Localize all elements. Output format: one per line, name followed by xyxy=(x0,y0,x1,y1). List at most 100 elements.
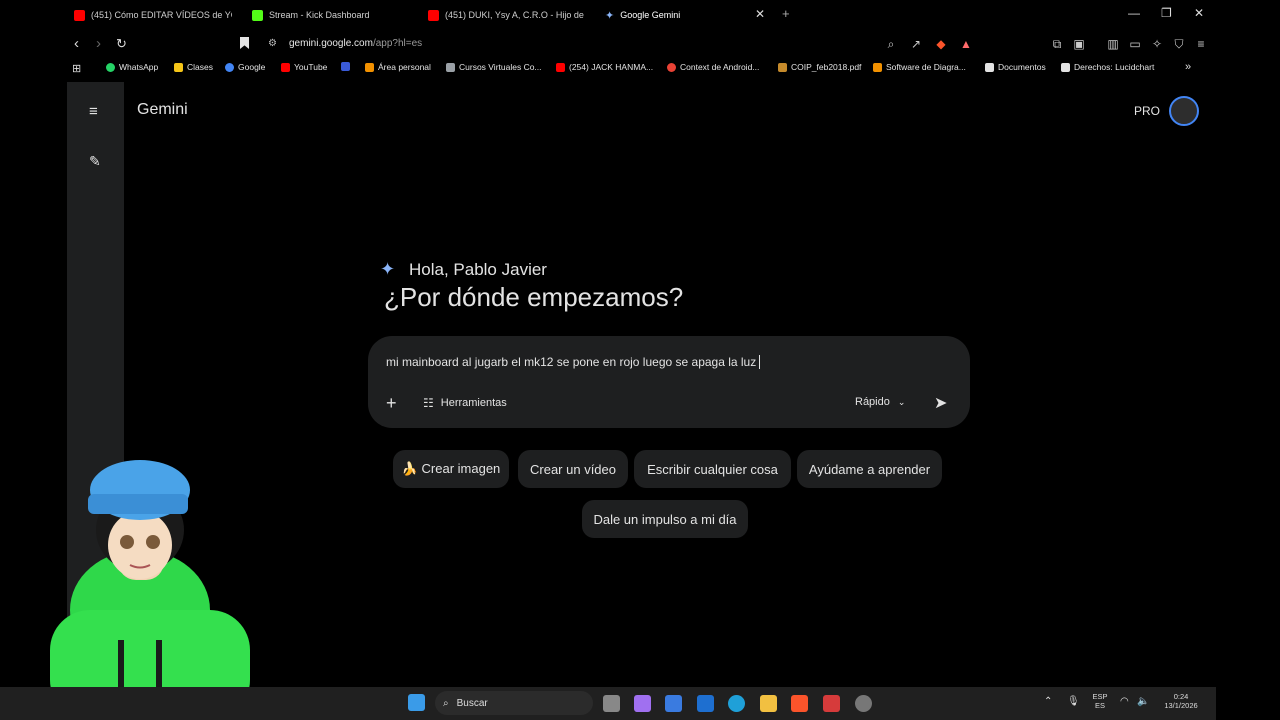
whatsapp-icon xyxy=(106,62,115,72)
address-bar-row: ‹ › ↻ ⚙ gemini.google.com/app?hl=es ⌕ ↗ … xyxy=(0,30,1280,58)
brave-shields-icon[interactable]: ◆ xyxy=(934,37,948,51)
url-path: /app?hl=es xyxy=(372,38,423,49)
bookmark-label: Clases xyxy=(187,62,213,72)
bookmark-documentos[interactable]: Documentos xyxy=(985,62,1046,72)
bookmark-clases[interactable]: Clases xyxy=(174,62,213,72)
bookmark-untitled[interactable] xyxy=(341,62,354,71)
bookmark-google[interactable]: Google xyxy=(225,62,265,72)
avatar[interactable] xyxy=(1169,96,1199,126)
close-window-icon[interactable]: ✕ xyxy=(1194,6,1204,20)
pro-badge: PRO xyxy=(1134,104,1161,118)
chip-create-video[interactable]: Crear un vídeo xyxy=(518,450,628,488)
language-indicator[interactable]: ESP ES xyxy=(1090,692,1110,710)
google-icon xyxy=(225,62,234,72)
leo-ai-icon[interactable]: ✧ xyxy=(1150,37,1164,51)
outlook-icon[interactable] xyxy=(697,695,714,712)
volume-icon[interactable]: 🔈 xyxy=(1137,696,1149,707)
bookmark-label: Derechos: Lucidchart xyxy=(1074,62,1155,72)
youtube-icon xyxy=(428,9,439,21)
prompt-text: mi mainboard al jugarb el mk12 se pone e… xyxy=(386,355,757,369)
share-icon[interactable]: ↗ xyxy=(909,37,923,51)
more-bookmarks-icon[interactable]: » xyxy=(1185,61,1191,73)
bookmark-derechos[interactable]: Derechos: Lucidchart xyxy=(1061,62,1154,72)
wallet-icon[interactable]: ▭ xyxy=(1128,37,1142,51)
bookmark-coip[interactable]: COIP_feb2018.pdf xyxy=(778,62,861,72)
extensions-icon[interactable]: ⧉ xyxy=(1050,37,1064,51)
menu-icon[interactable]: ≡ xyxy=(1194,37,1208,51)
prompt-box[interactable] xyxy=(368,336,970,428)
sidebar-toggle-icon[interactable]: ▥ xyxy=(1106,37,1120,51)
tab-label: Google Gemini xyxy=(620,10,681,20)
new-chat-icon[interactable]: ✎ xyxy=(89,153,101,170)
brave-icon[interactable] xyxy=(791,695,808,712)
app-icon[interactable] xyxy=(823,695,840,712)
brave-rewards-icon[interactable]: ▲ xyxy=(959,37,973,51)
vpn-icon[interactable]: ⛉ xyxy=(1172,37,1186,51)
add-icon[interactable]: + xyxy=(386,393,397,414)
new-tab-icon[interactable]: + xyxy=(782,6,790,21)
tray-chevron-icon[interactable]: ⌃ xyxy=(1044,696,1052,707)
chip-label: Dale un impulso a mi día xyxy=(593,511,737,527)
restore-icon[interactable]: ❐ xyxy=(1161,6,1172,20)
tab-gemini[interactable]: ✦ Google Gemini xyxy=(605,4,770,26)
bookmark-label: Área personal xyxy=(378,62,431,72)
back-icon[interactable]: ‹ xyxy=(74,35,79,52)
close-tab-icon[interactable]: ✕ xyxy=(755,7,765,21)
task-view-icon[interactable] xyxy=(603,695,620,712)
language-bottom: ES xyxy=(1094,701,1105,710)
bookmark-context[interactable]: Context de Android... xyxy=(667,62,759,72)
send-icon[interactable]: ➤ xyxy=(934,393,947,413)
screenshot-icon[interactable]: ▣ xyxy=(1072,37,1086,51)
kick-icon xyxy=(252,9,263,21)
youtube-icon xyxy=(281,62,290,72)
chip-label: Ayúdame a aprender xyxy=(808,461,931,477)
url-host: gemini.google.com xyxy=(289,38,373,49)
bookmark-software[interactable]: Software de Diagra... xyxy=(873,62,966,72)
tab-label: Stream - Kick Dashboard xyxy=(269,10,370,20)
sliders-icon: ☷ xyxy=(423,396,434,410)
hamburger-menu-icon[interactable]: ≡ xyxy=(89,103,98,120)
tab-youtube-1[interactable]: (451) Cómo EDITAR VÍDEOS de YOUT xyxy=(74,4,232,26)
minimize-icon[interactable]: — xyxy=(1128,6,1140,20)
language-top: ESP xyxy=(1092,692,1108,701)
bookmark-jack[interactable]: (254) JACK HANMA... xyxy=(556,62,653,72)
bookmark-cursos[interactable]: Cursos Virtuales Co... xyxy=(446,62,542,72)
taskbar-search[interactable]: ⌕ Buscar xyxy=(435,691,593,715)
bookmark-youtube[interactable]: YouTube xyxy=(281,62,327,72)
zoom-icon[interactable]: ⌕ xyxy=(884,37,898,51)
bookmark-whatsapp[interactable]: WhatsApp xyxy=(106,62,158,72)
url-field[interactable]: gemini.google.com/app?hl=es xyxy=(289,38,422,49)
tab-youtube-2[interactable]: (451) DUKI, Ysy A, C.R.O - Hijo de la N xyxy=(428,4,586,26)
chip-help-learn[interactable]: Ayúdame a aprender xyxy=(797,450,942,488)
file-explorer-icon[interactable] xyxy=(760,695,777,712)
bookmark-area-personal[interactable]: Área personal xyxy=(365,62,431,72)
bookmark-icon[interactable] xyxy=(240,37,249,49)
prompt-input[interactable]: mi mainboard al jugarb el mk12 se pone e… xyxy=(386,355,764,369)
gemini-icon: ✦ xyxy=(605,9,615,22)
reload-icon[interactable]: ↻ xyxy=(116,36,127,52)
wifi-icon[interactable]: ◠ xyxy=(1120,696,1129,707)
store-icon[interactable] xyxy=(665,695,682,712)
microphone-icon[interactable]: 🎙 xyxy=(1067,696,1080,707)
page-title: ¿Por dónde empezamos? xyxy=(384,282,684,312)
clock[interactable]: 0:24 13/1/2026 xyxy=(1158,692,1204,710)
chip-write-anything[interactable]: Escribir cualquier cosa xyxy=(634,450,791,488)
settings-gear-icon[interactable] xyxy=(855,695,872,712)
chip-create-image[interactable]: 🍌 Crear imagen xyxy=(393,450,509,488)
copilot-icon[interactable] xyxy=(634,695,651,712)
tools-button[interactable]: ☷ Herramientas xyxy=(423,396,507,410)
edge-icon[interactable] xyxy=(728,695,745,712)
chip-label: Crear un vídeo xyxy=(530,461,616,477)
chip-boost-day[interactable]: Dale un impulso a mi día xyxy=(582,500,748,538)
bookmark-label: Cursos Virtuales Co... xyxy=(459,62,542,72)
windows-start-icon[interactable] xyxy=(408,694,425,711)
pdf-icon xyxy=(778,62,787,72)
bookmark-label: Google xyxy=(238,62,266,72)
apps-grid-icon[interactable]: ⊞ xyxy=(72,62,81,75)
site-info-icon[interactable]: ⚙ xyxy=(268,38,277,49)
chip-label: 🍌 Crear imagen xyxy=(401,461,501,476)
tab-kick[interactable]: Stream - Kick Dashboard xyxy=(252,4,402,26)
mode-dropdown[interactable]: Rápido ⌄ xyxy=(855,396,905,408)
forward-icon[interactable]: › xyxy=(96,35,101,52)
bookmarks-bar: ⊞ WhatsApp Clases Google YouTube Área pe… xyxy=(0,58,1280,78)
